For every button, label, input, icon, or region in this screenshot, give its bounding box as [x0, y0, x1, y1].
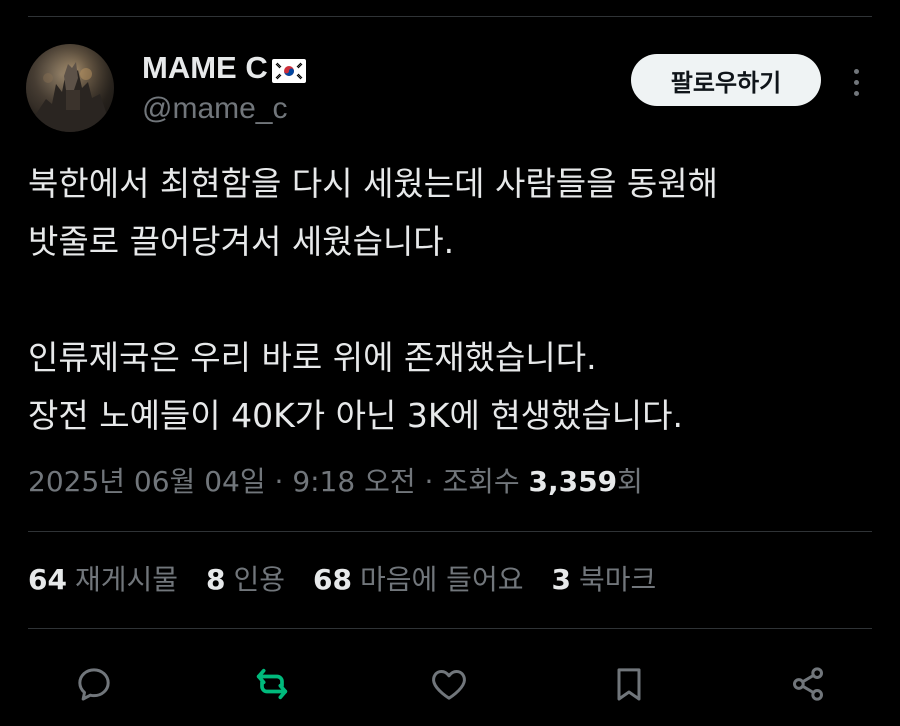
likes-label: 마음에 들어요 [360, 563, 524, 596]
divider [28, 531, 872, 532]
repost-icon [256, 668, 288, 700]
views-suffix: 회 [617, 465, 643, 498]
engagement-stats: 64 재게시물 8 인용 68 마음에 들어요 3 북마크 [28, 560, 656, 600]
bookmarks-count: 3 [551, 563, 571, 596]
likes-stat[interactable]: 68 마음에 들어요 [313, 560, 523, 600]
tweet-text: 북한에서 최현함을 다시 세웠는데 사람들을 동원해 밧줄로 끌어당겨서 세웠습… [28, 164, 719, 435]
display-name-text: MAME C [142, 50, 268, 85]
views-count: 3,359 [528, 465, 618, 498]
divider [28, 628, 872, 629]
reply-icon [78, 668, 110, 701]
reposts-stat[interactable]: 64 재게시물 [28, 560, 178, 600]
views-label: 조회수 [442, 465, 529, 498]
dot [853, 68, 859, 74]
meta-separator: · [265, 465, 293, 498]
tweet-time[interactable]: 9:18 오전 [292, 465, 415, 498]
reposts-count: 64 [28, 563, 67, 596]
action-bar [0, 656, 900, 712]
tweet-date[interactable]: 2025년 06월 04일 [28, 465, 266, 498]
dot [853, 90, 859, 96]
top-divider [28, 16, 872, 17]
likes-count: 68 [313, 563, 352, 596]
reply-button[interactable] [66, 656, 122, 712]
more-options-icon[interactable] [844, 62, 868, 102]
share-icon [793, 667, 823, 701]
tweet-meta: 2025년 06월 04일 · 9:18 오전 · 조회수 3,359회 [28, 462, 643, 502]
south-korea-flag-icon [271, 55, 306, 83]
like-button[interactable] [421, 656, 477, 712]
quotes-count: 8 [206, 563, 226, 596]
avatar[interactable] [26, 44, 114, 132]
display-name[interactable]: MAME C [142, 50, 306, 86]
meta-separator: · [415, 465, 443, 498]
user-handle[interactable]: @mame_c [142, 92, 306, 126]
bookmarks-label: 북마크 [578, 563, 657, 596]
bookmark-icon [617, 668, 641, 701]
bookmark-button[interactable] [601, 656, 657, 712]
tweet-header: MAME C @mame_c 팔로우하기 [26, 44, 872, 134]
quotes-label: 인용 [233, 563, 286, 596]
avatar-image [26, 44, 114, 132]
reposts-label: 재게시물 [74, 563, 179, 596]
heart-icon [432, 670, 466, 700]
quotes-stat[interactable]: 8 인용 [206, 560, 285, 600]
dot [853, 79, 859, 85]
bookmarks-stat[interactable]: 3 북마크 [551, 560, 656, 600]
repost-button[interactable] [244, 656, 300, 712]
follow-button[interactable]: 팔로우하기 [631, 54, 821, 106]
share-button[interactable] [780, 656, 836, 712]
